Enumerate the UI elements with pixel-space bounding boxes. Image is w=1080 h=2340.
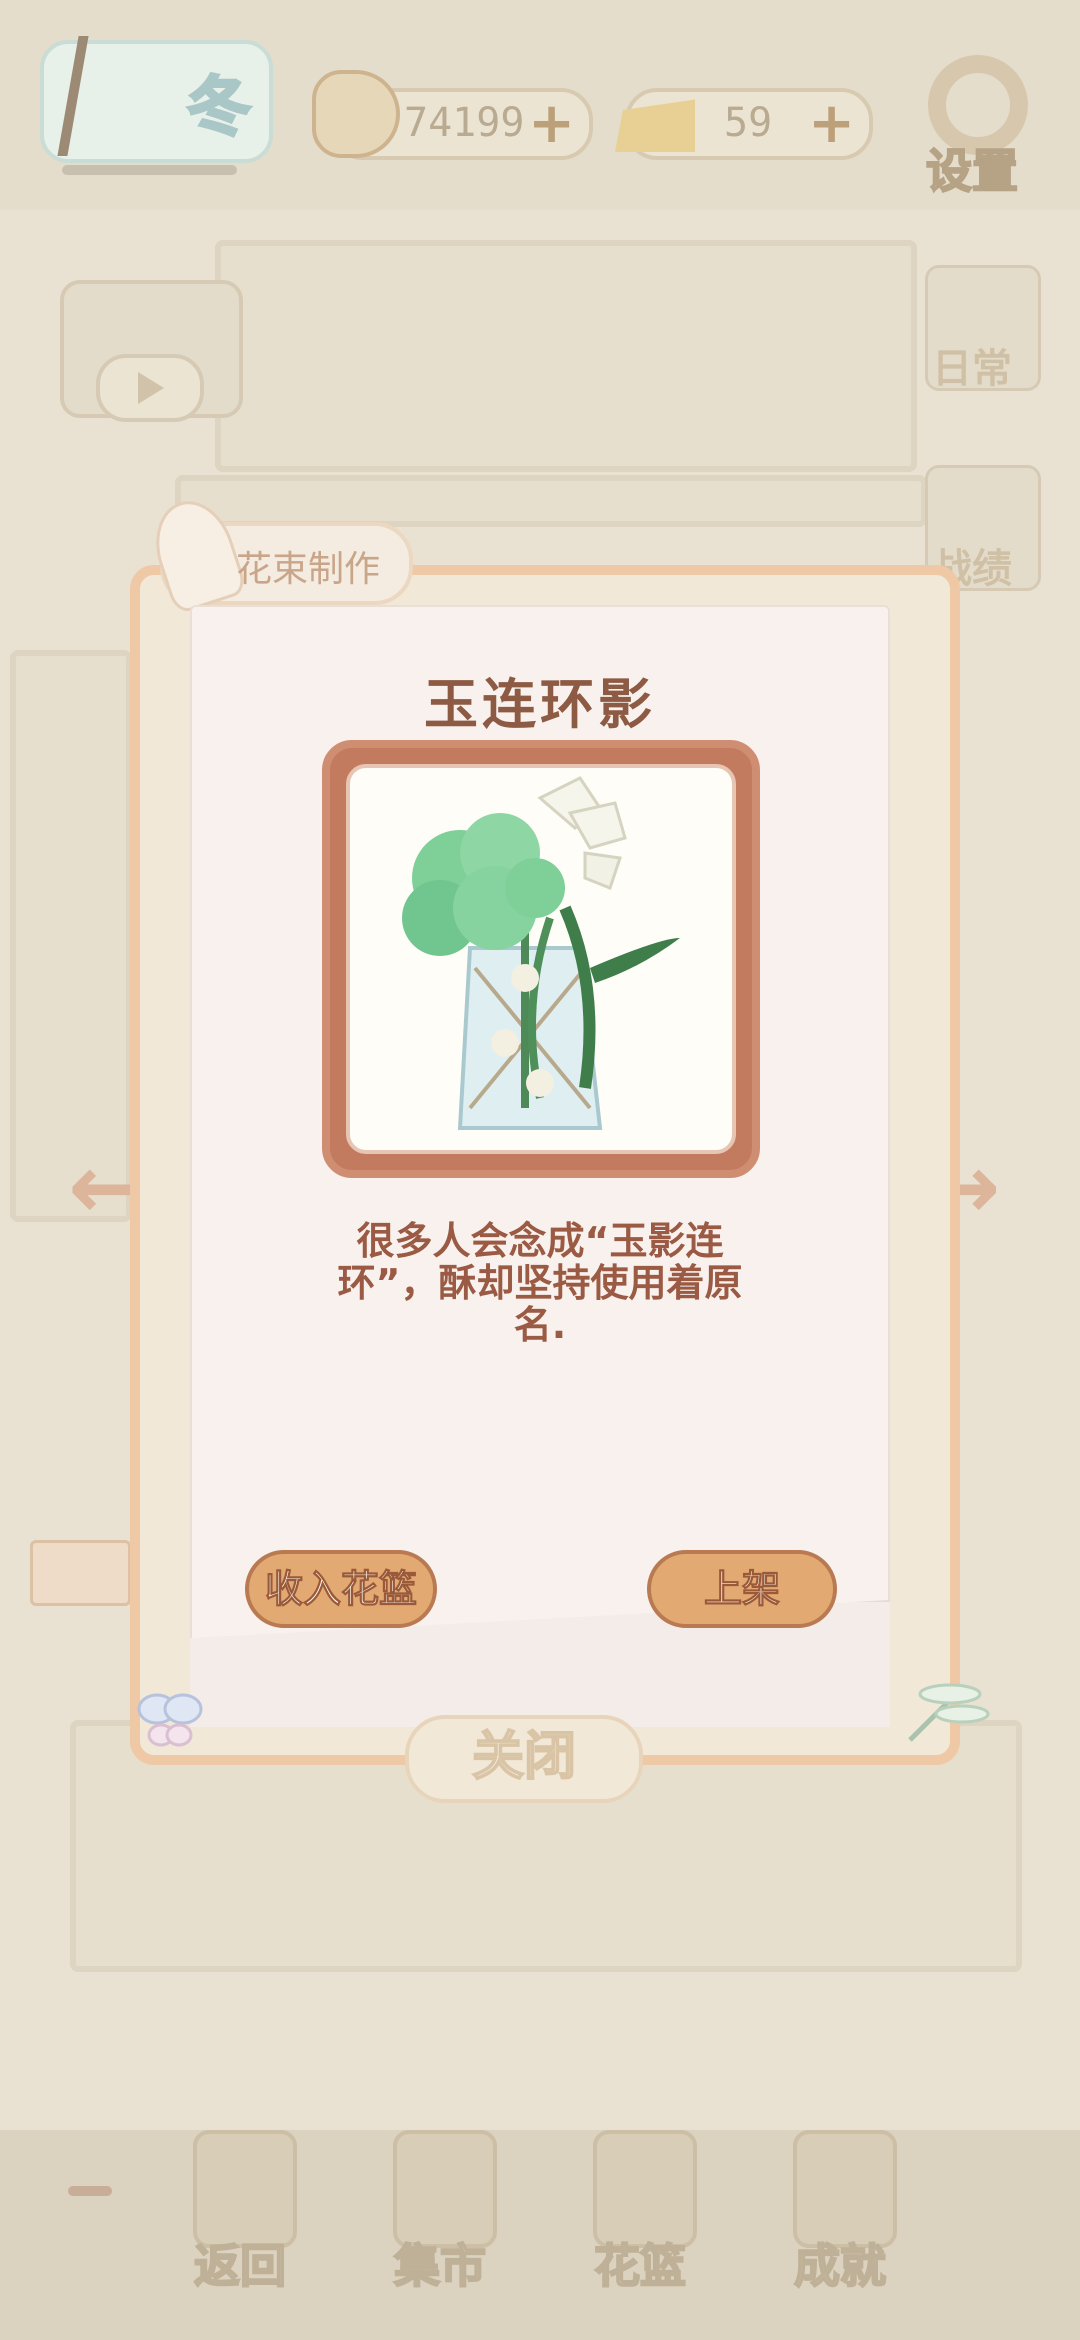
background-counter [175,475,927,527]
fish-bone-icon [312,70,400,158]
nav-achievements[interactable]: 成就 [765,2130,915,2300]
play-icon [96,354,204,422]
nav-indicator [68,2186,112,2196]
season-label: 冬 [186,70,253,147]
add-fish-button[interactable]: + [528,96,575,152]
butterfly-icon [137,1693,203,1747]
daily-tasks-button[interactable]: 日常 [925,265,1041,392]
winter-tree-icon [57,36,169,156]
season-badge[interactable]: 冬 [40,36,273,163]
green-bouquet-illustration [402,776,680,1130]
nav-market[interactable]: 集市 [365,2130,515,2300]
daily-label: 日常 [932,346,1012,392]
nav-back[interactable]: 返回 [165,2130,315,2300]
note-card-icon[interactable] [30,1540,131,1606]
nav-back-label: 返回 [193,2238,287,2294]
settings-label: 设置 [925,143,1019,199]
add-cheese-button[interactable]: + [808,96,855,152]
bouquet-description: 很多人会念成“玉影连环”，酥却坚持使用着原名. [337,1219,743,1347]
fish-currency-value: 74199 [404,100,525,146]
cheese-currency-value: 59 [724,100,773,146]
nav-market-label: 集市 [393,2238,487,2294]
dialog-tab: 花束制作 [143,490,413,616]
video-ad-box[interactable] [60,280,243,422]
bouquet-image-frame [322,740,760,1178]
dragonfly-icon [908,1683,990,1742]
add-to-basket-button[interactable]: 收入花篮 [245,1550,437,1628]
nav-basket[interactable]: 花篮 [565,2130,715,2300]
nav-achievements-label: 成就 [793,2238,887,2294]
bottom-nav [0,2130,1080,2340]
close-button[interactable]: 关闭 [405,1715,643,1803]
bouquet-image [346,764,736,1154]
nav-basket-label: 花篮 [593,2238,687,2294]
season-progress-bar [62,165,237,175]
background-cabinet [215,240,917,472]
put-on-shelf-button[interactable]: 上架 [647,1550,837,1628]
settings-button[interactable]: 设置 [920,55,1040,205]
bouquet-title: 玉连环影 [424,673,656,736]
dialog-tab-label: 花束制作 [236,549,381,590]
